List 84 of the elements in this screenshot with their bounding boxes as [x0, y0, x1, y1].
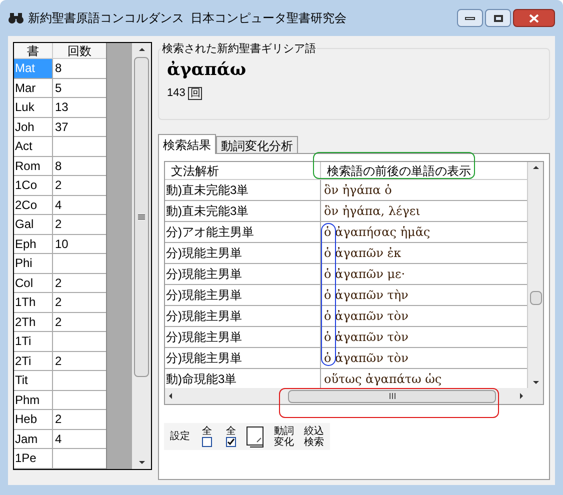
- context-cell-text: ὃν ἠγάπα ὁ: [323, 182, 393, 199]
- count-cell-text: 4: [54, 196, 63, 214]
- parse-cell: 分)現能主男単: [165, 327, 321, 347]
- context-cell-text: ὁ ἀγαπῶν τὸν: [323, 329, 410, 346]
- context-cell-text: ὃν ἠγάπα, λέγει: [323, 203, 422, 220]
- parse-cell: 分)現能主男単: [165, 306, 321, 326]
- binoculars-icon: [8, 12, 24, 24]
- count-cell-text: 8: [54, 60, 63, 78]
- book-cell[interactable]: Gal: [14, 215, 53, 234]
- parse-cell: 分)現能主男単: [165, 243, 321, 263]
- book-cell[interactable]: Eph: [14, 234, 53, 253]
- book-cell[interactable]: Tit: [14, 371, 53, 390]
- column-header[interactable]: 書: [14, 43, 53, 58]
- book-cell[interactable]: Act: [14, 137, 53, 156]
- vertical-scrollbar[interactable]: [132, 43, 151, 469]
- book-cell[interactable]: 1Th: [14, 293, 53, 312]
- count-cell-text: 2: [54, 216, 63, 234]
- scroll-thumb[interactable]: [134, 57, 149, 377]
- parse-cell: 分)現能主男単: [165, 348, 321, 368]
- book-cell[interactable]: Luk: [14, 98, 53, 116]
- book-cell[interactable]: Rom: [14, 156, 53, 175]
- book-cell[interactable]: Mar: [14, 78, 53, 97]
- page-icon: [246, 426, 266, 448]
- count-cell-text: 10: [54, 236, 70, 253]
- count-cell-text: 2: [54, 177, 63, 194]
- count-cell-text: 13: [54, 99, 70, 116]
- count-cell-text: 2: [54, 294, 63, 312]
- grip-icon: [138, 214, 145, 220]
- window-title: 新約聖書原語コンコルダンス 日本コンピュータ聖書研究会: [28, 10, 347, 27]
- scroll-thumb[interactable]: [288, 390, 496, 402]
- column-header[interactable]: 回数: [53, 43, 106, 58]
- toolbar-button[interactable]: 動詞変化: [272, 426, 296, 448]
- book-cell[interactable]: Phi: [14, 254, 53, 272]
- greek-word: ἀγαπάω: [167, 59, 248, 81]
- count-cell-text: 2: [54, 352, 63, 370]
- toolbar-button[interactable]: 絞込検索: [302, 426, 326, 448]
- book-cell[interactable]: 1Co: [14, 176, 53, 194]
- horizontal-scrollbar[interactable]: [165, 388, 543, 404]
- count-cell-text: 4: [54, 430, 63, 448]
- vertical-scrollbar[interactable]: [527, 162, 543, 388]
- book-cell[interactable]: 2Ti: [14, 352, 53, 370]
- grip-icon: [388, 393, 396, 399]
- book-cell[interactable]: Jam: [14, 430, 53, 448]
- parse-cell: 分)現能主男単: [165, 285, 321, 305]
- column-header[interactable]: 検索語の前後の単語の表示: [321, 162, 527, 179]
- book-cell[interactable]: Phm: [14, 390, 53, 409]
- close-button[interactable]: [513, 9, 555, 27]
- select-all-button[interactable]: 全: [222, 426, 240, 447]
- count-cell-text: 2: [54, 411, 63, 428]
- minimize-button[interactable]: [457, 9, 483, 27]
- context-cell-text: ὁ ἀγαπῶν τὸν: [323, 350, 410, 367]
- parse-cell: 分)現能主男単: [165, 264, 321, 284]
- unit-label: 回: [188, 86, 202, 100]
- context-cell-text: ὁ ἀγαπήσας ἡμᾶς: [323, 224, 432, 241]
- book-cell[interactable]: Heb: [14, 410, 53, 428]
- book-cell[interactable]: 2Co: [14, 196, 53, 214]
- book-cell[interactable]: 1Pe: [14, 449, 53, 468]
- column-header[interactable]: 文法解析: [165, 162, 321, 179]
- parse-cell: 動)直未完能3単: [165, 180, 321, 200]
- context-cell-text: οὕτως ἀγαπάτω ὡς: [323, 371, 443, 388]
- parse-cell: 分)アオ能主男単: [165, 222, 321, 242]
- parse-cell: 動)直未完能3単: [165, 201, 321, 221]
- occurrence-count: 143: [167, 86, 186, 101]
- maximize-button[interactable]: [485, 9, 511, 27]
- tab[interactable]: 動詞変化分析: [216, 136, 298, 153]
- toolbar-button[interactable]: 設定: [168, 431, 192, 442]
- page-button[interactable]: [246, 426, 266, 448]
- tab[interactable]: 検索結果: [158, 134, 216, 154]
- context-cell-text: ὁ ἀγαπῶν με·: [323, 266, 406, 283]
- select-all-button[interactable]: 全: [198, 426, 216, 447]
- book-cell[interactable]: 2Th: [14, 312, 53, 331]
- count-cell-text: 37: [54, 118, 70, 136]
- book-cell[interactable]: Joh: [14, 118, 53, 136]
- context-cell-text: ὁ ἀγαπῶν τὴν: [323, 287, 410, 304]
- count-cell-text: 2: [54, 314, 63, 331]
- count-cell-text: 2: [54, 274, 63, 292]
- book-cell[interactable]: Col: [14, 274, 53, 292]
- context-cell-text: ὁ ἀγαπῶν τὸν: [323, 308, 410, 325]
- count-cell-text: 5: [54, 80, 63, 97]
- count-cell-text: 8: [54, 158, 63, 175]
- scroll-thumb[interactable]: [530, 291, 542, 305]
- close-icon: [529, 14, 539, 22]
- book-cell[interactable]: 1Ti: [14, 332, 53, 350]
- context-cell-text: ὁ ἀγαπῶν ἐκ: [323, 245, 402, 262]
